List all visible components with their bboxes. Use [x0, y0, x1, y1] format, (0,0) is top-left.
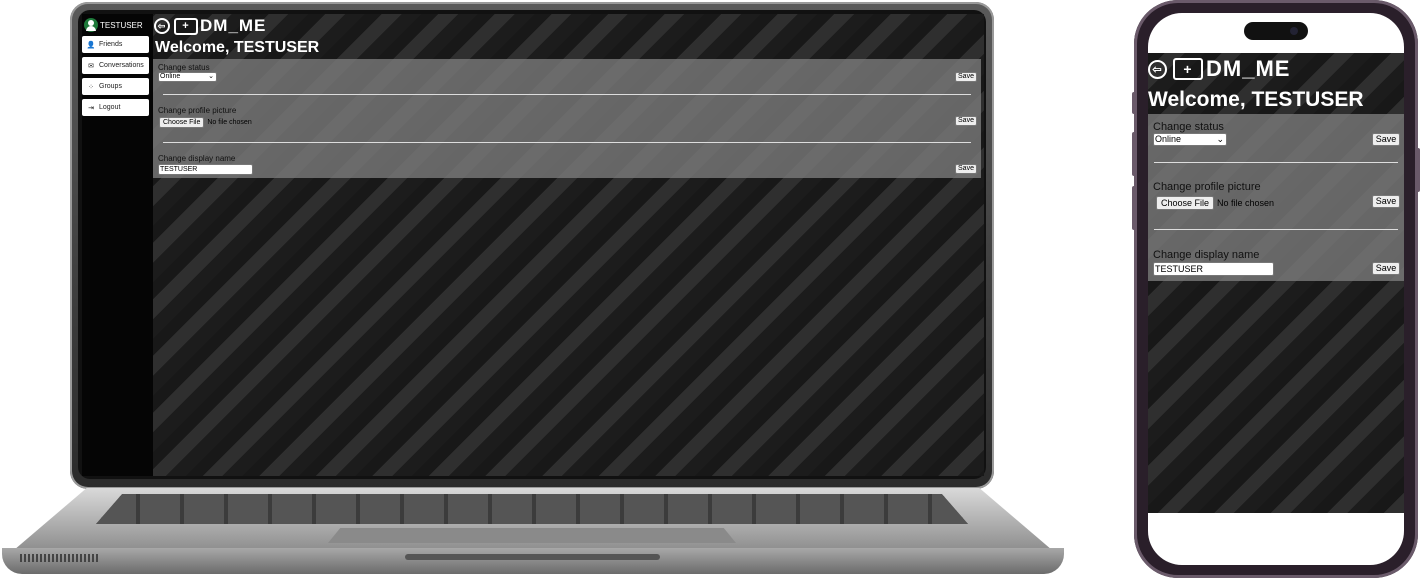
username: TESTUSER: [100, 20, 143, 30]
divider: [163, 142, 971, 143]
save-status-button[interactable]: Save: [955, 72, 977, 82]
logout-icon: ⇥: [88, 104, 94, 112]
file-status-text: No file chosen: [207, 119, 252, 126]
divider: [163, 94, 971, 95]
chevron-down-icon: ⌄: [1216, 134, 1224, 144]
divider: [1154, 162, 1398, 163]
phone-screen: ⇦ + DM_ME Welcome, TESTUSER Change statu…: [1148, 53, 1404, 513]
chat-plus-icon: +: [1173, 58, 1203, 80]
user-profile[interactable]: TESTUSER: [82, 14, 153, 36]
file-picker: Choose File No file chosen: [1156, 196, 1274, 210]
save-display-name-button[interactable]: Save: [1372, 262, 1400, 275]
choose-file-button[interactable]: Choose File: [159, 117, 205, 128]
sidebar-item-label: Friends: [99, 41, 123, 48]
sidebar-item-friends[interactable]: 👤 Friends: [82, 36, 149, 53]
laptop-base: [0, 488, 1066, 580]
status-select[interactable]: Online ⌄: [1153, 133, 1227, 146]
avatar: [84, 18, 98, 32]
status-value: Online: [160, 73, 181, 80]
back-circle-icon: ⇦: [154, 18, 170, 34]
page-title: Welcome, TESTUSER: [155, 39, 320, 56]
status-label: Change status: [1153, 121, 1224, 133]
picture-label: Change profile picture: [1153, 181, 1261, 193]
divider: [1154, 229, 1398, 230]
phone-side-button: [1132, 186, 1136, 230]
phone-side-button: [1132, 132, 1136, 176]
status-label: Change status: [158, 63, 210, 72]
settings-panel: Change status Online ⌄ Save Change profi…: [153, 59, 981, 178]
status-value: Online: [1155, 134, 1182, 144]
file-picker: Choose File No file chosen: [159, 117, 252, 128]
display-name-label: Change display name: [1153, 249, 1260, 261]
picture-label: Change profile picture: [158, 106, 237, 115]
phone-display: ⇦ + DM_ME Welcome, TESTUSER Change statu…: [1148, 13, 1404, 565]
display-name-label: Change display name: [158, 154, 236, 163]
group-icon: ⁘: [88, 83, 94, 91]
keyboard: [96, 494, 968, 524]
app-logo[interactable]: ⇦ + DM_ME: [154, 16, 266, 36]
file-status-text: No file chosen: [1217, 198, 1275, 208]
choose-file-button[interactable]: Choose File: [1156, 196, 1215, 210]
save-picture-button[interactable]: Save: [1372, 195, 1400, 208]
person-icon: 👤: [86, 41, 96, 49]
dynamic-island: [1244, 22, 1308, 40]
laptop-screen: TESTUSER 👤 Friends ✉ Conversations ⁘ Gro…: [82, 14, 984, 476]
back-circle-icon: ⇦: [1148, 59, 1167, 79]
phone-side-button: [1132, 92, 1136, 114]
app-logo[interactable]: ⇦ + DM_ME: [1148, 56, 1290, 82]
logo-text: DM_ME: [200, 16, 267, 35]
sidebar-item-label: Logout: [99, 104, 121, 111]
status-select[interactable]: Online ⌄: [158, 72, 217, 82]
settings-panel: Change status Online ⌄ Save Change profi…: [1148, 114, 1404, 281]
main-content: ⇦ + DM_ME Welcome, TESTUSER Change statu…: [153, 14, 984, 476]
sidebar-item-conversations[interactable]: ✉ Conversations: [82, 57, 149, 74]
page-title: Welcome, TESTUSER: [1148, 88, 1364, 111]
save-status-button[interactable]: Save: [1372, 133, 1400, 146]
trackpad: [328, 528, 736, 543]
sidebar-item-groups[interactable]: ⁘ Groups: [82, 78, 149, 95]
save-display-name-button[interactable]: Save: [955, 164, 977, 174]
sidebar-item-label: Groups: [99, 83, 122, 90]
sidebar-item-label: Conversations: [99, 62, 144, 69]
chat-plus-icon: +: [174, 17, 198, 35]
save-picture-button[interactable]: Save: [955, 116, 977, 126]
sidebar: TESTUSER 👤 Friends ✉ Conversations ⁘ Gro…: [82, 14, 153, 476]
speaker-grille: [20, 554, 100, 562]
display-name-input[interactable]: TESTUSER: [1153, 262, 1274, 276]
laptop-front-edge: [2, 548, 1064, 574]
phone-frame: ⇦ + DM_ME Welcome, TESTUSER Change statu…: [1132, 0, 1420, 578]
sidebar-item-logout[interactable]: ⇥ Logout: [82, 99, 149, 116]
envelope-icon: ✉: [88, 62, 94, 70]
chevron-down-icon: ⌄: [208, 73, 214, 80]
logo-text: DM_ME: [1206, 56, 1291, 81]
hinge-notch: [405, 554, 660, 560]
display-name-input[interactable]: TESTUSER: [158, 164, 253, 175]
phone-side-button: [1416, 148, 1420, 192]
